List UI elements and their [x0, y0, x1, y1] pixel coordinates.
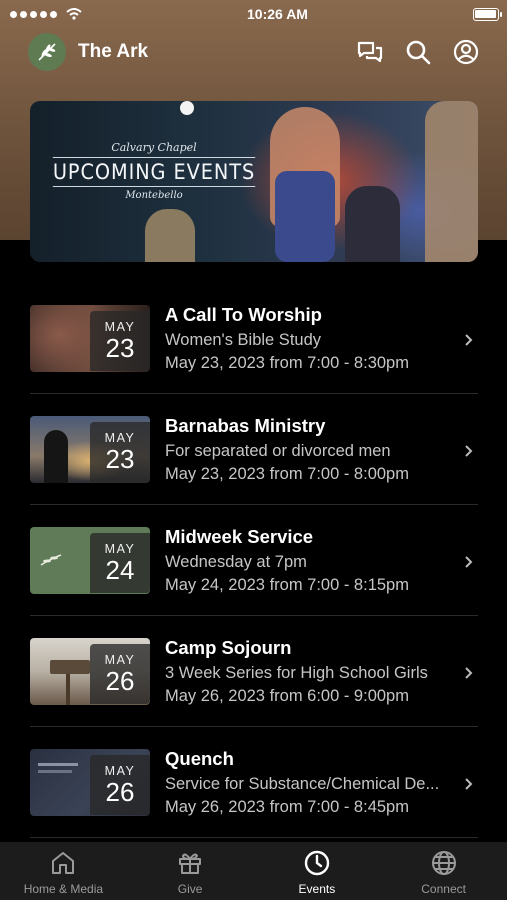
tab-label: Home & Media [23, 882, 104, 896]
banner-location: Montebello [125, 190, 183, 201]
status-time: 10:26 AM [247, 6, 308, 22]
clock-icon [304, 850, 330, 876]
chat-icon[interactable] [357, 40, 383, 64]
date-badge: MAY 24 [90, 532, 150, 593]
banner-title-block: Calvary Chapel UPCOMING EVENTS Montebell… [44, 141, 264, 201]
tab-label: Events [298, 882, 336, 896]
event-row[interactable]: MAY 24 Midweek Service Wednesday at 7pm … [30, 505, 478, 616]
globe-icon [431, 851, 456, 875]
banner-title: UPCOMING EVENTS [52, 157, 256, 187]
event-month: MAY [104, 763, 136, 778]
event-month: MAY [104, 541, 136, 556]
chevron-right-icon [465, 445, 473, 457]
tab-home-media[interactable]: Home & Media [0, 842, 127, 900]
chevron-right-icon [465, 778, 473, 790]
performer-figure [145, 209, 195, 262]
event-month: MAY [104, 652, 136, 667]
event-description: 3 Week Series for High School Girls [165, 663, 428, 682]
event-month: MAY [104, 430, 136, 445]
event-time: May 23, 2023 from 7:00 - 8:30pm [165, 353, 409, 372]
event-row[interactable]: MAY 26 Camp Sojourn 3 Week Series for Hi… [30, 616, 478, 727]
banner-light [180, 101, 194, 115]
gift-icon [179, 853, 202, 874]
event-day: 24 [105, 554, 135, 585]
tab-bar: Home & Media Give Events Connect [0, 842, 507, 900]
performer-figure [345, 186, 400, 262]
tab-give[interactable]: Give [127, 842, 254, 900]
event-row[interactable]: MAY 23 A Call To Worship Women's Bible S… [30, 283, 478, 394]
event-thumbnail: MAY 24 [30, 526, 150, 594]
date-badge: MAY 26 [90, 754, 150, 815]
chevron-right-icon [465, 667, 473, 679]
app-header: The Ark [0, 30, 507, 74]
event-row[interactable]: MAY 26 Quench Service for Substance/Chem… [30, 727, 478, 838]
event-day: 23 [105, 443, 135, 474]
wifi-icon [66, 8, 82, 20]
event-title: Barnabas Ministry [165, 414, 326, 436]
event-description: Women's Bible Study [165, 330, 322, 349]
event-time: May 24, 2023 from 7:00 - 8:15pm [165, 575, 409, 594]
chevron-right-icon [465, 556, 473, 568]
event-day: 26 [105, 776, 135, 807]
signal-icon [10, 8, 82, 20]
event-time: May 23, 2023 from 7:00 - 8:00pm [165, 464, 409, 483]
event-row[interactable]: MAY 23 Barnabas Ministry For separated o… [30, 394, 478, 505]
search-icon[interactable] [405, 39, 431, 65]
event-time: May 26, 2023 from 6:00 - 9:00pm [165, 686, 409, 705]
performer-figure [425, 101, 478, 262]
home-icon [52, 852, 75, 874]
event-thumbnail: MAY 23 [30, 415, 150, 483]
tab-label: Connect [421, 882, 466, 896]
tab-events[interactable]: Events [254, 842, 381, 900]
event-title: Quench [165, 747, 234, 769]
event-title: A Call To Worship [165, 303, 322, 325]
status-bar: 10:26 AM [0, 0, 507, 28]
event-day: 23 [105, 332, 135, 363]
event-description: Service for Substance/Chemical De... [165, 774, 440, 793]
app-title: The Ark [78, 41, 149, 62]
event-title: Midweek Service [165, 525, 314, 547]
date-badge: MAY 26 [90, 643, 150, 704]
battery-icon [472, 7, 502, 21]
event-description: For separated or divorced men [165, 441, 391, 460]
church-logo [28, 33, 66, 71]
olive-branch-icon [38, 43, 56, 61]
performer-dress [275, 171, 335, 262]
event-thumbnail: MAY 26 [30, 748, 150, 816]
tab-label: Give [177, 882, 203, 896]
event-thumbnail: MAY 23 [30, 304, 150, 372]
tab-connect[interactable]: Connect [380, 842, 507, 900]
chevron-right-icon [465, 334, 473, 346]
event-list: MAY 23 A Call To Worship Women's Bible S… [30, 283, 478, 838]
event-description: Wednesday at 7pm [165, 552, 307, 571]
date-badge: MAY 23 [90, 310, 150, 371]
event-title: Camp Sojourn [165, 636, 292, 658]
event-time: May 26, 2023 from 7:00 - 8:45pm [165, 797, 409, 816]
event-thumbnail: MAY 26 [30, 637, 150, 705]
upcoming-events-banner[interactable]: Calvary Chapel UPCOMING EVENTS Montebell… [30, 101, 478, 262]
profile-icon[interactable] [453, 39, 479, 65]
banner-church-name: Calvary Chapel [111, 141, 197, 154]
date-badge: MAY 23 [90, 421, 150, 482]
event-month: MAY [104, 319, 136, 334]
event-day: 26 [105, 665, 135, 696]
